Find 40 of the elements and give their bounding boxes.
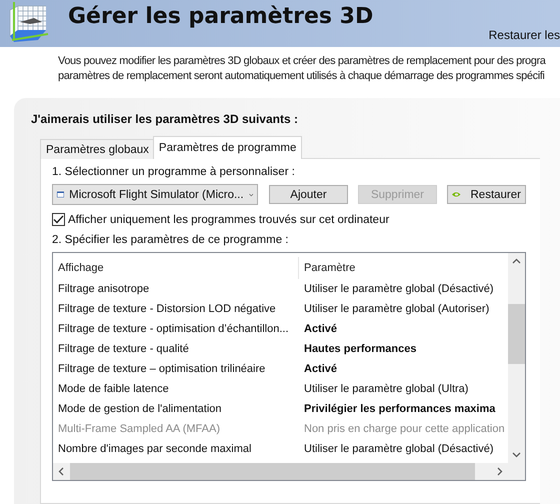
check-icon: [53, 215, 64, 224]
setting-cell[interactable]: Utiliser le paramètre global (Autoriser): [299, 303, 508, 315]
feature-cell[interactable]: Filtrage de texture - qualité: [53, 343, 299, 355]
setting-cell[interactable]: Activé: [299, 323, 508, 335]
setting-cell[interactable]: Activé: [299, 363, 508, 375]
checkbox[interactable]: [52, 213, 65, 226]
feature-cell[interactable]: Mode de faible latence: [53, 383, 299, 395]
action-button[interactable]: Ajouter: [269, 185, 348, 204]
program-dropdown[interactable]: Microsoft Flight Simulator (Micro...: [52, 184, 258, 205]
scroll-left-icon[interactable]: [57, 467, 66, 476]
step-label: 1. Sélectionner un programme à personnaliser :: [52, 166, 296, 178]
setting-cell[interactable]: Utiliser le paramètre global (Désactivé): [299, 443, 508, 455]
feature-cell[interactable]: Nombre d'images par seconde maximal: [53, 443, 299, 455]
feature-cell[interactable]: Filtrage de texture - Distorsion LOD négative: [53, 303, 299, 315]
setting-cell[interactable]: Utiliser le paramètre global (Désactivé): [299, 283, 508, 295]
setting-cell[interactable]: Hautes performances: [299, 343, 508, 355]
scroll-down-icon[interactable]: [512, 450, 521, 459]
page-title: Gérer les paramètres 3D: [68, 4, 374, 29]
chevron-down-icon: [248, 192, 253, 198]
setting-cell[interactable]: Privilégier les performances maxima: [299, 403, 508, 415]
step-label: 2. Spécifier les paramètres de ce programme :: [52, 234, 290, 246]
scroll-thumb[interactable]: [508, 304, 525, 364]
feature-cell[interactable]: Filtrage de texture – optimisation trilinéaire: [53, 363, 299, 375]
scroll-right-icon[interactable]: [495, 467, 504, 476]
vertical-scrollbar[interactable]: [508, 253, 525, 463]
tab[interactable]: Paramètres globaux: [40, 139, 155, 159]
column-header[interactable]: Affichage: [53, 257, 299, 279]
description-text: Vous pouvez modifier les paramètres 3D globaux et créer des paramètres de remplacement pour des progra paramètres de remplacement seront automatiquement utilisés à chaque démarrage des programmes spécifi: [58, 54, 547, 84]
scroll-up-icon[interactable]: [512, 257, 521, 266]
filter-checkbox[interactable]: Afficher uniquement les programmes trouvés sur cet ordinateur: [52, 213, 540, 226]
checkbox-label: Afficher uniquement les programmes trouvés sur cet ordinateur: [68, 214, 390, 226]
tab[interactable]: Paramètres de programme: [152, 136, 302, 159]
feature-cell[interactable]: Mode de gestion de l'alimentation: [53, 403, 299, 415]
action-button[interactable]: Restaurer: [447, 185, 526, 204]
restore-link[interactable]: Restaurer les: [488, 28, 560, 42]
setting-cell[interactable]: Utiliser le paramètre global (Ultra): [299, 383, 508, 395]
panel-heading: J'aimerais utiliser les paramètres 3D suivants :: [31, 112, 299, 126]
column-header[interactable]: Paramètre: [299, 257, 508, 279]
feature-cell[interactable]: Filtrage de texture - optimisation d’échantillon...: [53, 323, 299, 335]
feature-cell[interactable]: Filtrage anisotrope: [53, 283, 299, 295]
